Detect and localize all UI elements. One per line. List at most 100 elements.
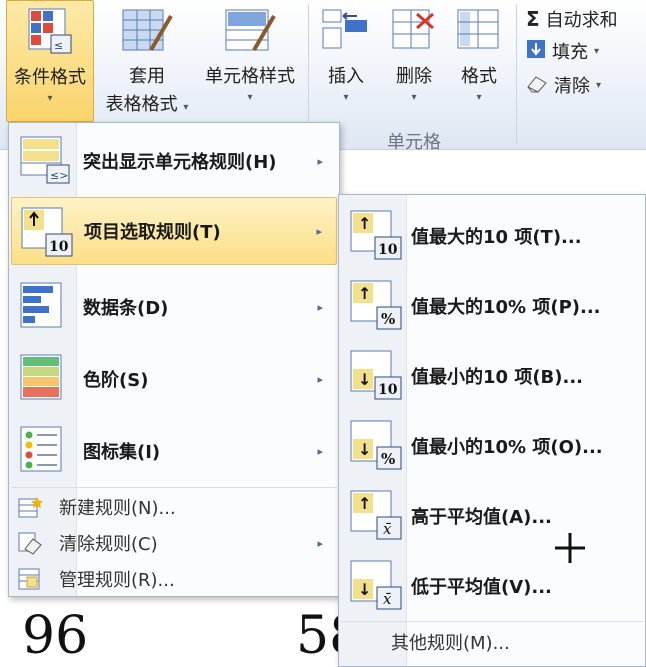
chevron-down-icon: ▾ <box>47 93 53 104</box>
format-label: 格式 <box>461 66 497 87</box>
submenu-item-top-10-percent[interactable]: ↑ % 值最大的10% 项(P)... <box>341 269 643 339</box>
chevron-down-icon: ▾ <box>247 92 253 103</box>
menu-item-label: 图标集(I) <box>83 442 161 463</box>
above-average-icon: ↑ x̄ <box>350 490 402 540</box>
submenu-item-label: 值最大的10% 项(P)... <box>411 297 601 318</box>
table-format-label-1: 套用 <box>129 66 165 87</box>
cell-styles-button[interactable]: 单元格样式 ▾ <box>198 0 302 122</box>
submenu-arrow-icon: ▸ <box>317 536 323 550</box>
clear-rules-icon <box>18 532 42 555</box>
badge-text: % <box>381 310 395 328</box>
new-rule-icon <box>18 497 43 518</box>
cell-value[interactable]: 96 <box>22 606 88 666</box>
conditional-format-icon: ≤ <box>27 7 73 62</box>
ribbon-separator <box>516 4 517 144</box>
bottom-10-percent-icon: ↓ % <box>350 420 402 470</box>
fill-down-icon <box>526 39 546 64</box>
conditional-format-button[interactable]: ≤ 条件格式 ▾ <box>6 0 94 122</box>
conditional-format-label: 条件格式 <box>14 67 86 88</box>
sigma-icon: Σ <box>526 7 540 31</box>
submenu-item-below-average[interactable]: ↓ x̄ 低于平均值(V)... <box>341 549 643 619</box>
insert-cells-icon <box>321 6 371 57</box>
delete-cells-icon <box>389 6 439 57</box>
menu-item-new-rule[interactable]: 新建规则(N)... <box>11 489 337 525</box>
menu-item-label: 项目选取规则(T) <box>84 222 221 243</box>
icon-sets-icon <box>20 426 62 472</box>
submenu-divider <box>341 621 643 622</box>
down-arrow-icon: ↓ <box>358 370 371 389</box>
insert-label: 插入 <box>328 66 364 87</box>
autosum-button[interactable]: Σ 自动求和 <box>526 4 618 34</box>
format-button[interactable]: 格式 ▾ <box>448 0 510 122</box>
chevron-down-icon: ▾ <box>411 92 417 103</box>
submenu-arrow-icon: ▸ <box>317 154 323 168</box>
submenu-item-label: 值最小的10 项(B)... <box>411 367 584 388</box>
menu-item-highlight-rules[interactable]: ≤> 突出显示单元格规则(H) ▸ <box>11 127 337 195</box>
highlight-rules-icon: ≤> <box>20 136 70 184</box>
svg-text:≤>: ≤> <box>50 169 68 182</box>
badge-text: x̄ <box>383 520 392 538</box>
menu-item-color-scales[interactable]: 色阶(S) ▸ <box>11 345 337 413</box>
color-scales-icon <box>20 354 62 400</box>
svg-text:≤: ≤ <box>54 39 63 52</box>
manage-rules-icon <box>18 568 40 590</box>
menu-item-manage-rules[interactable]: 管理规则(R)... <box>11 561 337 597</box>
eraser-icon <box>526 73 548 98</box>
submenu-item-bottom-10[interactable]: ↓ 10 值最小的10 项(B)... <box>341 339 643 409</box>
cell-styles-label: 单元格样式 <box>205 66 295 87</box>
delete-label: 删除 <box>396 66 432 87</box>
top-bottom-rules-icon: 10 <box>21 207 73 257</box>
more-rules-label: 其他规则(M)... <box>391 633 510 654</box>
menu-divider <box>11 487 337 488</box>
menu-item-label: 色阶(S) <box>83 370 149 391</box>
badge-text: 10 <box>378 242 398 258</box>
badge-text: x̄ <box>383 590 392 608</box>
submenu-item-label: 值最大的10 项(T)... <box>411 227 582 248</box>
submenu-arrow-icon: ▸ <box>317 444 323 458</box>
conditional-format-menu: ≤> 突出显示单元格规则(H) ▸ 10 项目选取规则(T) ▸ 数据条(D) … <box>8 122 340 597</box>
data-bars-icon <box>20 282 62 328</box>
chevron-down-icon: ▾ <box>596 79 602 91</box>
submenu-item-top-10[interactable]: ↑ 10 值最大的10 项(T)... <box>341 199 643 269</box>
table-format-label-text: 表格格式 <box>105 94 178 115</box>
svg-text:10: 10 <box>49 239 69 255</box>
top-10-percent-icon: ↑ % <box>350 280 402 330</box>
format-as-table-button[interactable]: 套用 表格格式 ▾ <box>96 0 198 122</box>
fill-button[interactable]: 填充 ▾ <box>526 36 599 66</box>
table-format-label-2: 表格格式 ▾ <box>96 90 198 116</box>
clear-button[interactable]: 清除 ▾ <box>526 70 601 100</box>
menu-item-data-bars[interactable]: 数据条(D) ▸ <box>11 273 337 341</box>
menu-item-label: 清除规则(C) <box>59 534 158 555</box>
submenu-item-label: 低于平均值(V)... <box>411 577 552 598</box>
delete-button[interactable]: 删除 ▾ <box>382 0 446 122</box>
top-bottom-rules-submenu: ↑ 10 值最大的10 项(T)... ↑ % 值最大的10% 项(P)... … <box>338 194 646 667</box>
menu-item-icon-sets[interactable]: 图标集(I) ▸ <box>11 417 337 485</box>
top-10-items-icon: ↑ 10 <box>350 210 402 260</box>
format-cells-icon <box>454 6 504 57</box>
menu-item-label: 新建规则(N)... <box>59 498 176 519</box>
up-arrow-icon: ↑ <box>358 214 371 233</box>
crosshair-cursor-icon <box>554 532 586 564</box>
bottom-10-items-icon: ↓ 10 <box>350 350 402 400</box>
submenu-item-more-rules[interactable]: 其他规则(M)... <box>341 623 643 659</box>
insert-button[interactable]: 插入 ▾ <box>314 0 378 122</box>
menu-item-clear-rules[interactable]: 清除规则(C) ▸ <box>11 525 337 561</box>
down-arrow-icon: ↓ <box>358 580 371 599</box>
submenu-item-label: 值最小的10% 项(O)... <box>411 437 603 458</box>
submenu-item-above-average[interactable]: ↑ x̄ 高于平均值(A)... <box>341 479 643 549</box>
below-average-icon: ↓ x̄ <box>350 560 402 610</box>
down-arrow-icon: ↓ <box>358 440 371 459</box>
up-arrow-icon: ↑ <box>358 494 371 513</box>
menu-item-top-bottom-rules[interactable]: 10 项目选取规则(T) ▸ <box>11 197 337 265</box>
submenu-arrow-icon: ▸ <box>317 300 323 314</box>
badge-text: % <box>381 450 395 468</box>
clear-label: 清除 <box>554 76 590 97</box>
submenu-item-label: 高于平均值(A)... <box>411 507 552 528</box>
submenu-arrow-icon: ▸ <box>317 372 323 386</box>
fill-label: 填充 <box>552 42 588 63</box>
submenu-item-bottom-10-percent[interactable]: ↓ % 值最小的10% 项(O)... <box>341 409 643 479</box>
chevron-down-icon: ▾ <box>343 92 349 103</box>
chevron-down-icon: ▾ <box>183 102 189 113</box>
up-arrow-icon: ↑ <box>358 284 371 303</box>
menu-item-label: 数据条(D) <box>83 298 169 319</box>
